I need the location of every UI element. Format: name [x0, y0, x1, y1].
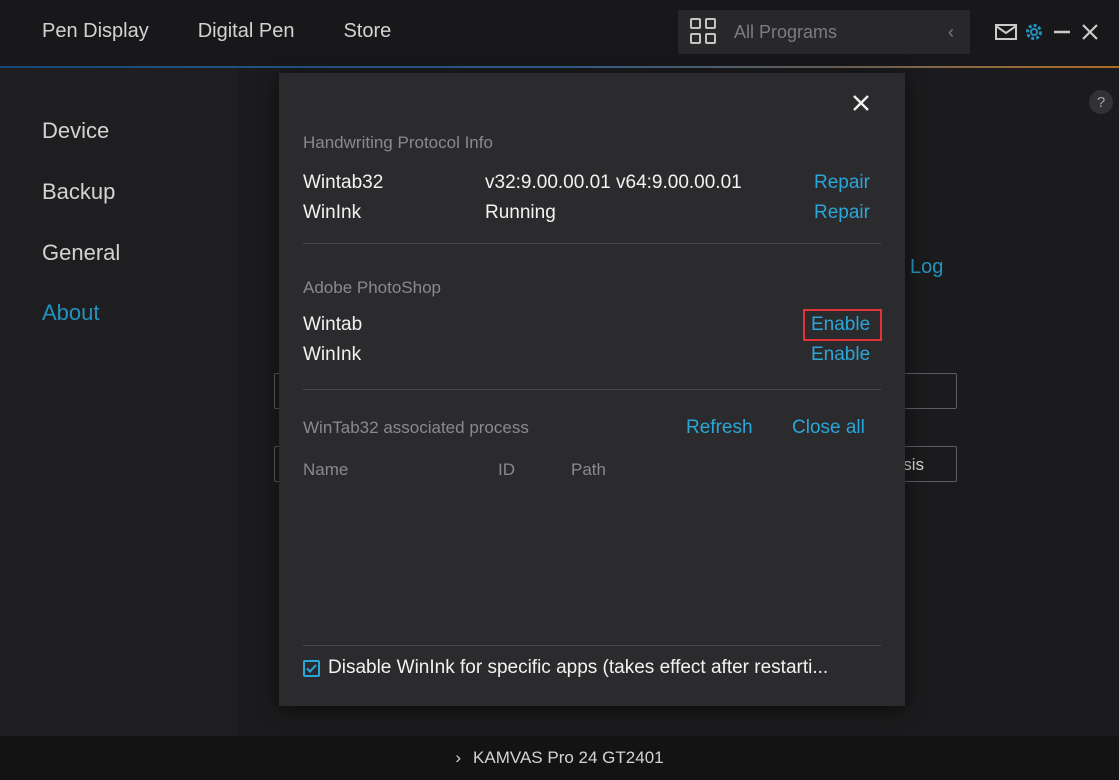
divider [303, 389, 881, 390]
wintab32-repair-link[interactable]: Repair [814, 172, 870, 194]
wintab32-version: v32:9.00.00.01 v64:9.00.00.01 [485, 172, 742, 193]
wintab32-label: Wintab32 [303, 172, 384, 193]
winink-status: Running [485, 202, 556, 223]
section-title-handwriting: Handwriting Protocol Info [303, 133, 493, 152]
close-icon[interactable] [849, 91, 873, 115]
winink-label: WinInk [303, 202, 362, 223]
close-all-link[interactable]: Close all [792, 417, 865, 439]
winink-repair-link[interactable]: Repair [814, 202, 870, 224]
ps-winink-enable-link[interactable]: Enable [811, 344, 870, 366]
protocol-dialog: Handwriting Protocol Info Wintab32 v32:9… [279, 73, 905, 706]
ps-wintab-enable-link[interactable]: Enable [811, 314, 870, 336]
column-header-name[interactable]: Name [303, 460, 348, 480]
column-header-id[interactable]: ID [498, 460, 515, 480]
section-title-process: WinTab32 associated process [303, 418, 529, 437]
disable-winink-label[interactable]: Disable WinInk for specific apps (takes … [328, 657, 828, 679]
refresh-link[interactable]: Refresh [686, 417, 753, 439]
ps-wintab-label: Wintab [303, 314, 363, 335]
divider [303, 243, 881, 244]
divider [303, 645, 881, 646]
ps-winink-label: WinInk [303, 344, 362, 365]
section-title-photoshop: Adobe PhotoShop [303, 278, 442, 297]
column-header-path[interactable]: Path [571, 460, 606, 480]
disable-winink-checkbox[interactable] [303, 660, 320, 677]
